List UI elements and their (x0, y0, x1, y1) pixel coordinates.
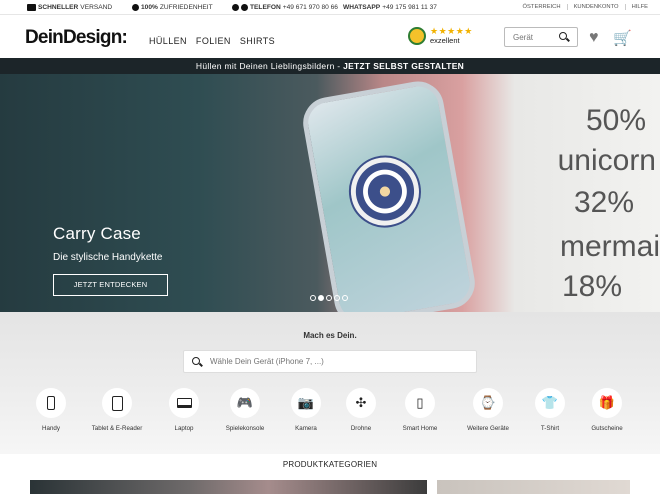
device-handy[interactable]: Handy (27, 388, 75, 432)
whatsapp-number[interactable]: +49 175 981 11 37 (382, 4, 437, 11)
top-info-bar: SCHNELLER VERSAND 100% ZUFRIEDENHEIT TEL… (0, 0, 660, 14)
carousel-dot[interactable] (310, 295, 316, 301)
device-label: Spielekonsole (225, 425, 265, 432)
tshirt-icon: 👕 (541, 395, 559, 410)
carousel-dots (310, 295, 348, 301)
phone-icon (232, 3, 239, 11)
tablet-icon (111, 395, 123, 411)
laptop-icon (176, 398, 192, 408)
shipping-info: SCHNELLER VERSAND (27, 3, 113, 11)
link-country[interactable]: ÖSTERREICH (517, 4, 567, 10)
carousel-dot[interactable] (334, 295, 340, 301)
mandala-pattern (343, 149, 427, 234)
rating-stars: ★★★★★ (430, 26, 473, 36)
promo-text: Hüllen mit Deinen Lieblingsbildern - (195, 61, 344, 71)
hero-subtitle: Die stylische Handykette (53, 252, 163, 263)
header-search-input[interactable] (505, 32, 557, 42)
main-header: DeinDesign: HÜLLEN FOLIEN SHIRTS ★★★★★ e… (0, 14, 660, 58)
device-gutscheine[interactable]: 🎁 Gutscheine (583, 388, 631, 432)
device-category-row: Handy Tablet & E-Reader Laptop 🎮 Spielek… (27, 388, 647, 438)
promo-bar[interactable]: Hüllen mit Deinen Lieblingsbildern - JET… (0, 58, 660, 74)
satisfaction-text: ZUFRIEDENHEIT (159, 3, 213, 11)
device-label: Gutscheine (591, 425, 623, 432)
truck-icon (27, 3, 36, 11)
carousel-dot-active[interactable] (318, 295, 324, 301)
carousel-dot[interactable] (326, 295, 332, 301)
hero-banner[interactable]: 50% unicorn 32% mermai 18% Carry Case Di… (0, 74, 660, 312)
shirt-line: mermai (559, 230, 660, 263)
phone-number[interactable]: +49 671 970 80 66 (283, 4, 338, 11)
device-laptop[interactable]: Laptop (160, 388, 208, 432)
carousel-dot[interactable] (342, 295, 348, 301)
smart-speaker-icon: ▯ (416, 395, 424, 410)
device-section-heading: Mach es Dein. (303, 331, 357, 340)
satisfaction-info: 100% ZUFRIEDENHEIT (132, 3, 213, 11)
main-nav: HÜLLEN FOLIEN SHIRTS (149, 36, 275, 46)
device-label: Laptop (174, 425, 194, 432)
guarantee-icon (132, 3, 139, 11)
category-image[interactable] (30, 480, 427, 494)
device-drohne[interactable]: ✣ Drohne (337, 388, 385, 432)
cart-icon[interactable]: 🛒 (613, 29, 632, 47)
device-label: Tablet & E-Reader (91, 425, 143, 432)
nav-item-folien[interactable]: FOLIEN (196, 36, 231, 46)
device-label: Weitere Geräte (467, 425, 509, 432)
search-icon[interactable] (190, 355, 204, 369)
device-weitere[interactable]: ⌚ Weitere Geräte (462, 388, 514, 432)
nav-item-huellen[interactable]: HÜLLEN (149, 36, 187, 46)
camera-icon: 📷 (297, 395, 315, 410)
link-account[interactable]: KUNDENKONTO (566, 4, 625, 10)
hero-cta-button[interactable]: JETZT ENTDECKEN (53, 274, 168, 296)
logo[interactable]: DeinDesign: (25, 27, 128, 49)
link-help[interactable]: HILFE (624, 4, 654, 10)
device-spielekonsole[interactable]: 🎮 Spielekonsole (221, 388, 269, 432)
wishlist-heart-icon[interactable]: ♥ (589, 29, 599, 47)
phone-label: TELEFON (250, 3, 281, 11)
device-kamera[interactable]: 📷 Kamera (282, 388, 330, 432)
search-icon[interactable] (557, 30, 571, 44)
gamepad-icon: 🎮 (236, 395, 254, 410)
hero-shirt-print: 50% unicorn 32% mermai 18% (500, 74, 660, 312)
whatsapp-icon (241, 3, 248, 11)
device-label: T-Shirt (540, 425, 560, 432)
device-label: Kamera (295, 425, 317, 432)
header-search (504, 27, 578, 47)
shirt-line: 18% (561, 270, 622, 303)
device-tshirt[interactable]: 👕 T-Shirt (526, 388, 574, 432)
device-smart-home[interactable]: ▯ Smart Home (396, 388, 444, 432)
drone-icon: ✣ (355, 395, 367, 410)
shirt-line: 50% (585, 104, 646, 137)
trust-rating[interactable]: ★★★★★ exzellent (408, 27, 473, 45)
top-links: ÖSTERREICH KUNDENKONTO HILFE (517, 0, 654, 14)
device-search (183, 350, 477, 373)
shirt-line: 32% (573, 186, 634, 219)
shipping-text: VERSAND (80, 3, 113, 11)
nav-item-shirts[interactable]: SHIRTS (240, 36, 275, 46)
satisfaction-bold: 100% (141, 3, 158, 11)
promo-cta[interactable]: JETZT SELBST GESTALTEN (343, 61, 464, 71)
whatsapp-label: WHATSAPP (342, 3, 381, 11)
phone-icon (47, 396, 55, 410)
contact-info: TELEFON +49 671 970 80 66 WHATSAPP +49 1… (232, 3, 437, 11)
trust-seal-icon (408, 27, 426, 45)
hero-title: Carry Case (53, 224, 141, 243)
watch-icon: ⌚ (479, 395, 497, 410)
categories-heading: PRODUKTKATEGORIEN (282, 460, 378, 469)
hero-phone-case-image (299, 77, 479, 312)
device-label: Handy (42, 425, 60, 432)
category-image[interactable] (437, 480, 630, 494)
device-label: Drohne (350, 425, 372, 432)
rating-text: exzellent (430, 36, 460, 45)
device-search-input[interactable] (204, 357, 476, 366)
shirt-line: unicorn (557, 144, 656, 177)
device-tablet[interactable]: Tablet & E-Reader (90, 388, 144, 432)
shipping-bold: SCHNELLER (38, 3, 79, 11)
device-label: Smart Home (402, 425, 438, 432)
voucher-icon: 🎁 (598, 395, 616, 410)
